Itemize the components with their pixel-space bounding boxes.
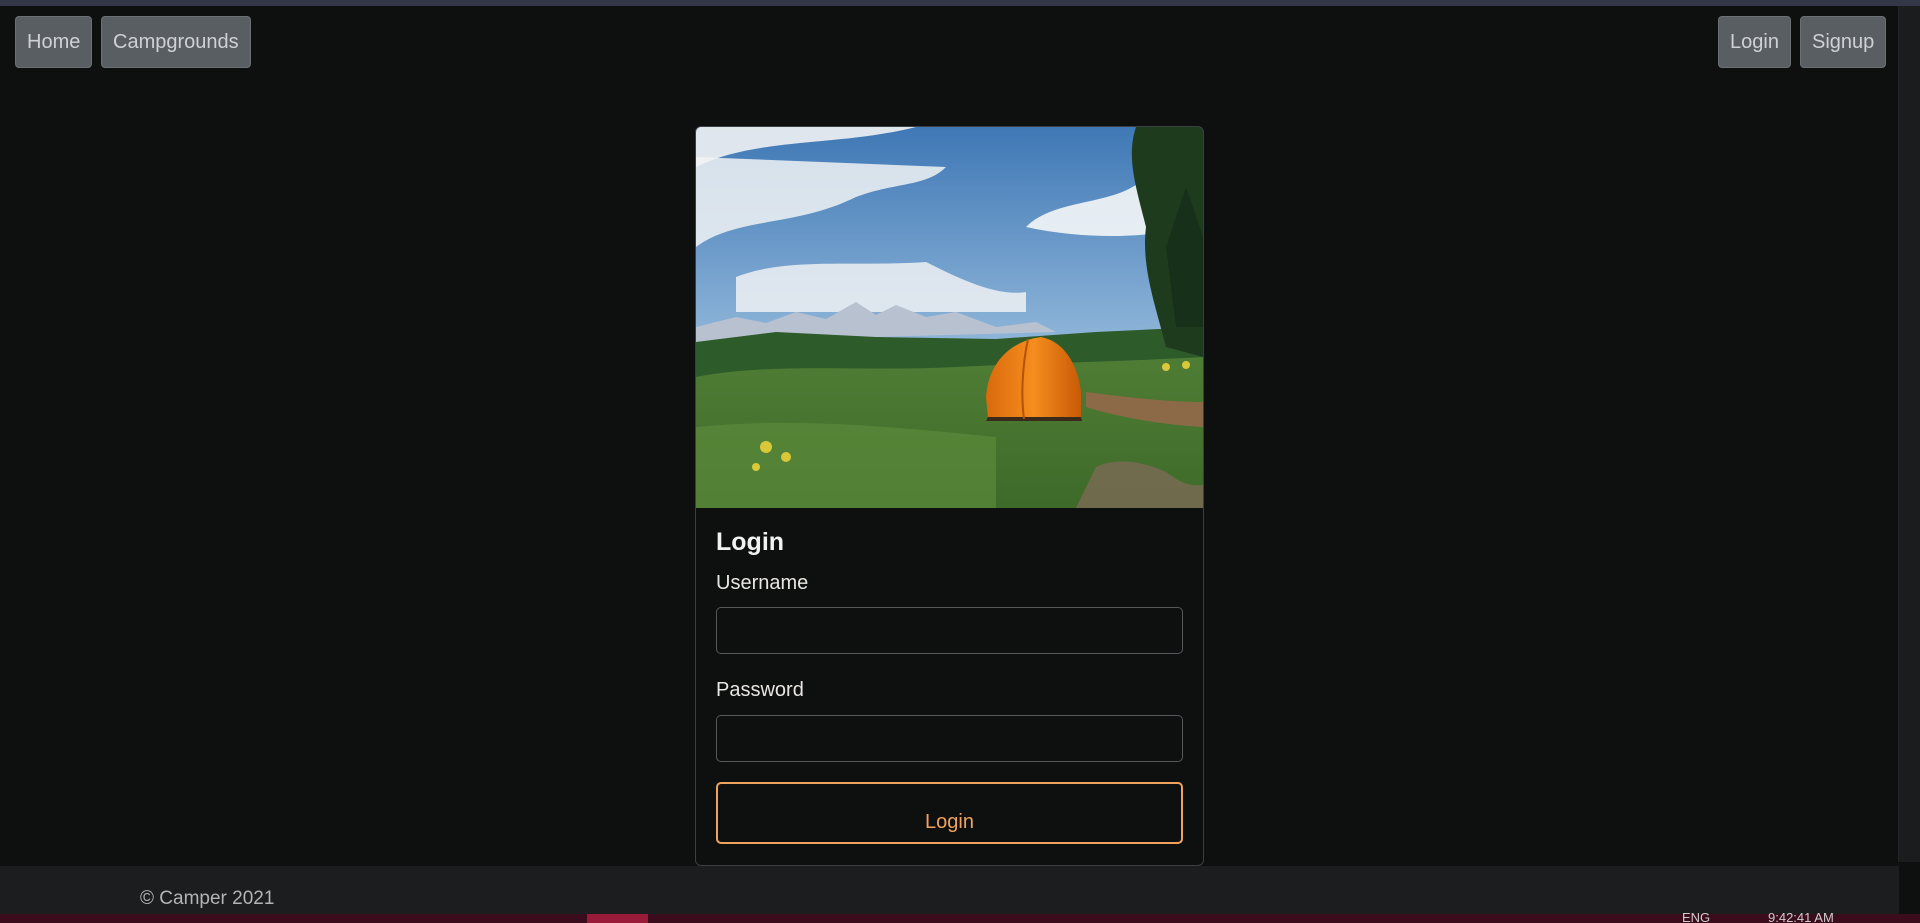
nav-signup-button[interactable]: Signup	[1800, 16, 1887, 68]
nav-login-button[interactable]: Login	[1718, 16, 1791, 68]
os-taskbar	[0, 914, 1920, 923]
login-card: Login Username Password Login	[695, 126, 1204, 866]
footer-copyright: © Camper 2021	[140, 888, 275, 909]
login-submit-button[interactable]: Login	[716, 782, 1183, 844]
username-input[interactable]	[716, 607, 1183, 654]
page-scrollbar[interactable]	[1898, 6, 1920, 862]
password-input[interactable]	[716, 715, 1183, 762]
taskbar-active-app[interactable]	[587, 914, 648, 923]
nav-home-button[interactable]: Home	[15, 16, 93, 68]
taskbar-language[interactable]: ENG	[1682, 913, 1710, 923]
password-label: Password	[716, 679, 804, 701]
campground-image	[696, 127, 1203, 508]
browser-top-strip	[0, 0, 1920, 6]
page-footer: © Camper 2021	[0, 866, 1899, 914]
login-title: Login	[716, 528, 785, 556]
nav-campgrounds-button[interactable]: Campgrounds	[101, 16, 251, 68]
username-label: Username	[716, 572, 809, 594]
taskbar-clock[interactable]: 9:42:41 AM	[1768, 913, 1834, 923]
